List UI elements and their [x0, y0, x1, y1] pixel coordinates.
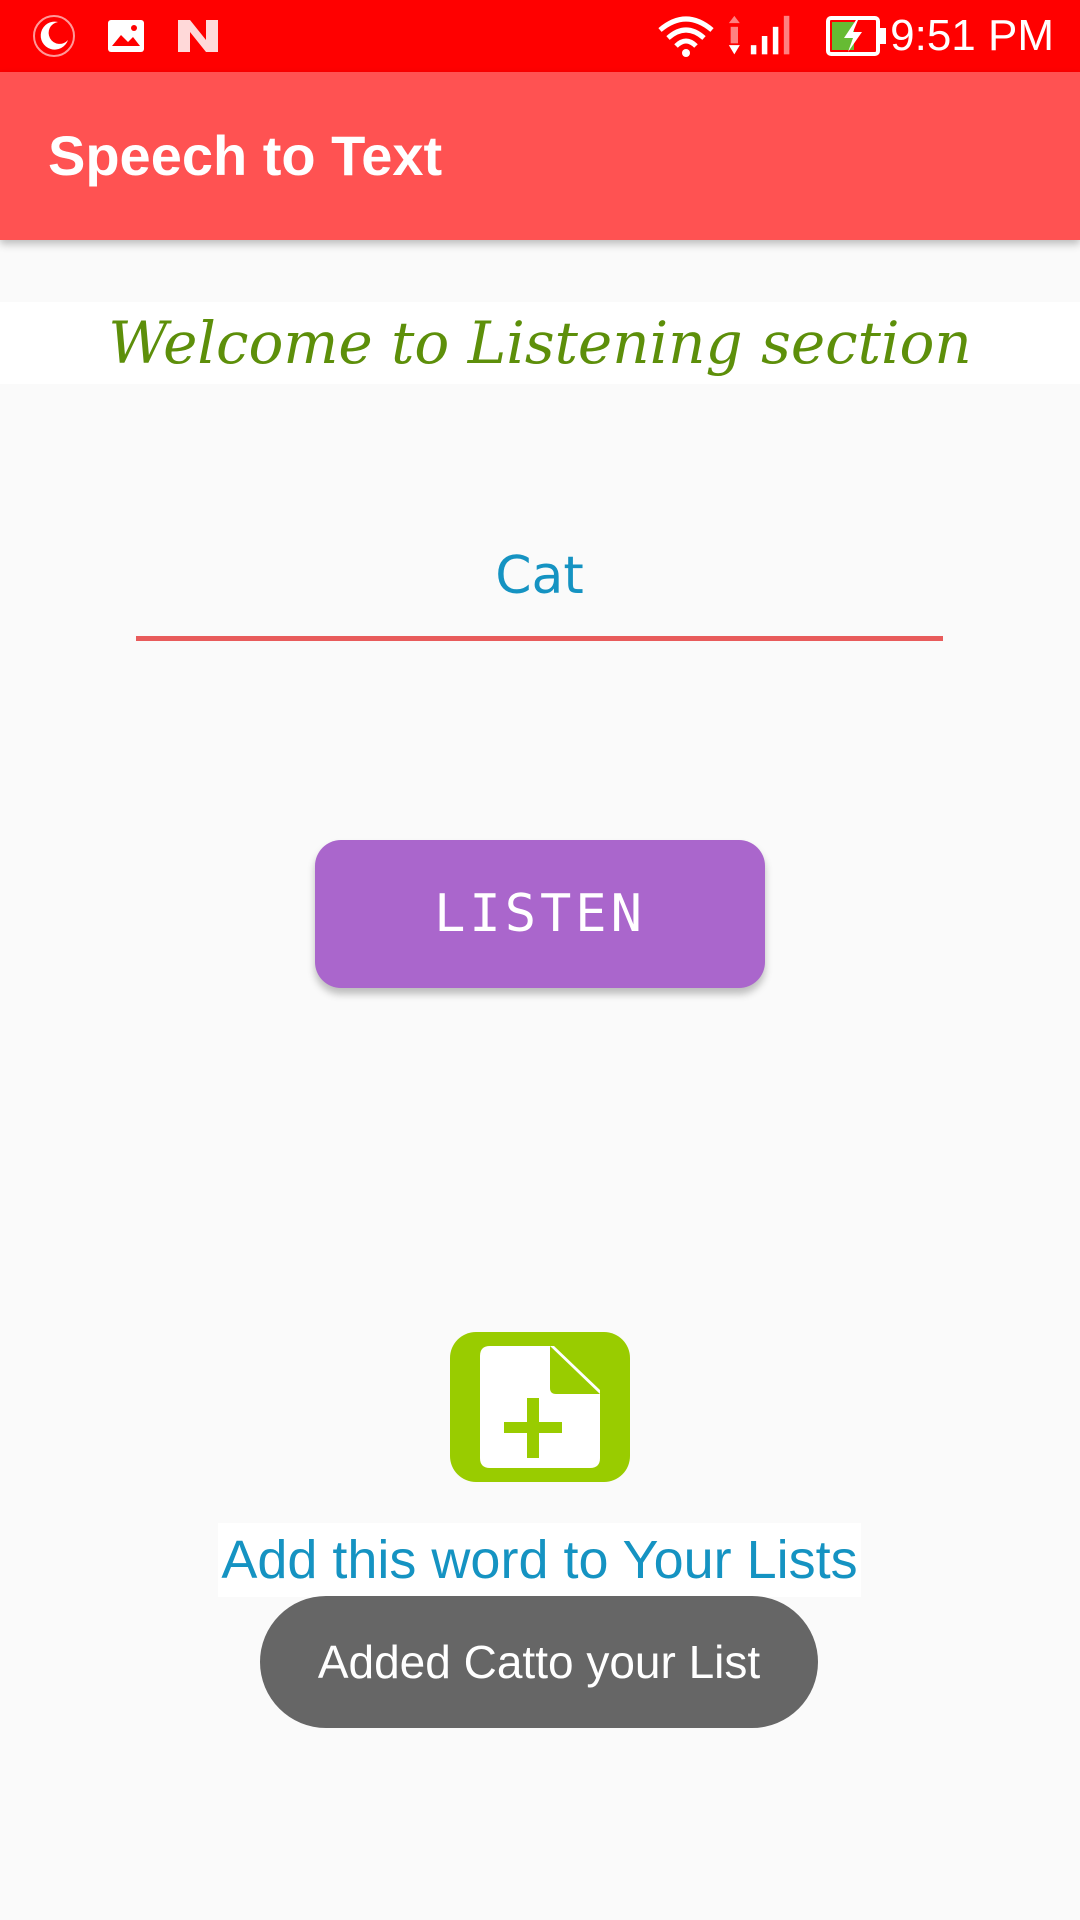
toast: Added Catto your List: [260, 1596, 818, 1728]
add-document-icon[interactable]: [450, 1332, 630, 1482]
welcome-banner: Welcome to Listening section: [0, 302, 1080, 384]
screen: 9:51 PM Speech to Text Welcome to Listen…: [0, 0, 1080, 1920]
add-to-list-text-container[interactable]: Add this word to Your Lists: [218, 1523, 861, 1597]
signal-icon: [728, 15, 790, 55]
app-title: Speech to Text: [48, 124, 443, 187]
battery-charging-icon: [826, 16, 886, 56]
toast-message: Added Catto your List: [317, 1636, 761, 1688]
app-bar: Speech to Text: [0, 72, 1080, 240]
listen-button[interactable]: LISTEN: [315, 840, 765, 988]
recognized-word-value: Cat: [495, 546, 584, 606]
n-logo-icon: [178, 20, 218, 52]
listen-button-label: LISTEN: [434, 884, 646, 944]
recognized-word-field[interactable]: Cat: [136, 536, 943, 641]
welcome-text: Welcome to Listening section: [108, 309, 972, 377]
do-not-disturb-icon: [33, 15, 75, 57]
status-bar: 9:51 PM: [0, 0, 1080, 72]
add-to-list-text: Add this word to Your Lists: [221, 1530, 858, 1590]
image-icon: [108, 20, 144, 52]
wifi-icon: [658, 16, 714, 57]
status-time: 9:51 PM: [890, 11, 1054, 60]
